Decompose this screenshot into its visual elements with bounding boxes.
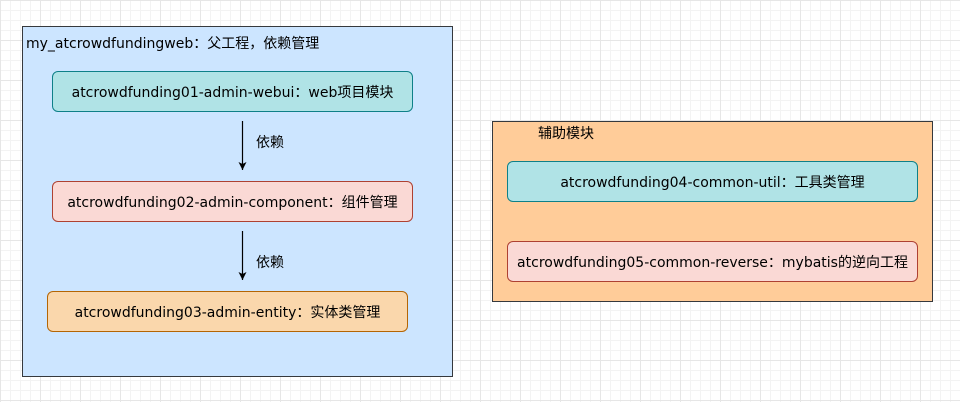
parent-project-title: my_atcrowdfundingweb：父工程，依赖管理 — [26, 36, 320, 52]
edge-label-depends-2: 依赖 — [256, 255, 284, 271]
component-module-node[interactable]: atcrowdfunding02-admin-component：组件管理 — [52, 181, 413, 222]
auxiliary-modules-title: 辅助模块 — [538, 126, 594, 142]
util-module-node[interactable]: atcrowdfunding04-common-util：工具类管理 — [507, 161, 918, 202]
entity-module-node[interactable]: atcrowdfunding03-admin-entity：实体类管理 — [47, 291, 408, 332]
reverse-module-label: atcrowdfunding05-common-reverse：mybatis的… — [517, 254, 908, 271]
edge-label-depends-1: 依赖 — [256, 135, 284, 151]
entity-module-label: atcrowdfunding03-admin-entity：实体类管理 — [74, 304, 381, 321]
component-module-label: atcrowdfunding02-admin-component：组件管理 — [67, 194, 398, 211]
util-module-label: atcrowdfunding04-common-util：工具类管理 — [560, 174, 865, 191]
webui-module-node[interactable]: atcrowdfunding01-admin-webui：web项目模块 — [52, 71, 413, 112]
webui-module-label: atcrowdfunding01-admin-webui：web项目模块 — [71, 84, 394, 101]
reverse-module-node[interactable]: atcrowdfunding05-common-reverse：mybatis的… — [507, 241, 918, 282]
